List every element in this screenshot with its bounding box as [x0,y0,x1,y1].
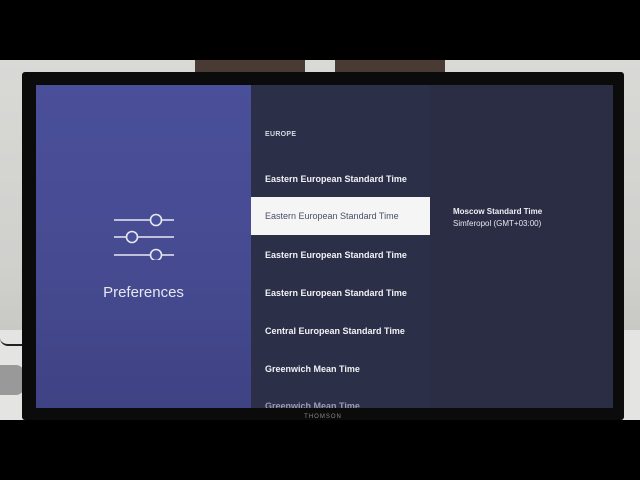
letterbox-bottom [0,420,640,480]
timezone-item[interactable]: Greenwich Mean Time [251,387,430,408]
settings-category-pane: Preferences [36,85,251,408]
timezone-item[interactable]: Greenwich Mean Time [251,350,430,388]
timezone-item-selected[interactable]: Eastern European Standard Time [251,197,430,235]
timezone-item[interactable]: Eastern European Standard Time [251,274,430,312]
section-heading: EUROPE [265,131,297,138]
timezone-item[interactable]: Central European Standard Time [251,312,430,350]
letterbox-top [0,0,640,60]
detail-subtitle: Simferopol (GMT+03:00) [453,219,542,228]
timezone-item[interactable]: Eastern European Standard Time [251,236,430,274]
device-puck [0,365,24,395]
sliders-icon [114,213,174,260]
timezone-item[interactable]: Eastern European Standard Time [251,160,430,198]
detail-title: Moscow Standard Time [453,207,543,216]
tv-screen: Preferences EUROPE Eastern European Stan… [36,85,613,408]
timezone-list: EUROPE Eastern European Standard Time Ea… [251,85,430,408]
page-title: Preferences [103,284,184,301]
timezone-detail-pane: Moscow Standard Time Simferopol (GMT+03:… [430,85,613,408]
